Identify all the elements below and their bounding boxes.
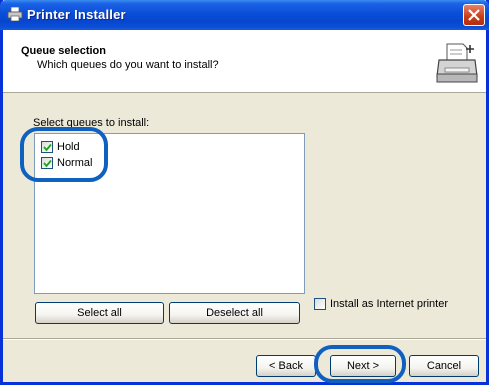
deselect-all-button[interactable]: Deselect all — [169, 302, 300, 324]
close-icon — [468, 9, 480, 21]
close-button[interactable] — [463, 4, 485, 26]
checkbox-internet-printer[interactable] — [314, 298, 326, 310]
checkbox-hold[interactable] — [41, 141, 53, 153]
wizard-header: Queue selection Which queues do you want… — [3, 30, 486, 93]
printer-add-icon — [436, 43, 478, 83]
checkbox-normal[interactable] — [41, 157, 53, 169]
next-button[interactable]: Next > — [330, 355, 396, 377]
checkmark-icon — [43, 159, 52, 168]
queue-item-normal[interactable]: Normal — [41, 156, 92, 170]
queue-item-hold[interactable]: Hold — [41, 140, 80, 154]
queue-item-label: Hold — [57, 141, 80, 153]
page-subtitle: Which queues do you want to install? — [37, 59, 219, 71]
window-title: Printer Installer — [27, 7, 126, 22]
installer-window: Printer Installer Queue selection Which … — [0, 0, 489, 385]
printer-icon — [7, 7, 23, 21]
checkmark-icon — [43, 143, 52, 152]
page-title: Queue selection — [21, 45, 106, 57]
select-all-button[interactable]: Select all — [35, 302, 164, 324]
internet-printer-option[interactable]: Install as Internet printer — [314, 298, 448, 310]
footer-divider — [3, 338, 486, 340]
queue-list-label: Select queues to install: — [33, 117, 150, 129]
internet-printer-label: Install as Internet printer — [330, 298, 449, 310]
title-bar: Printer Installer — [0, 0, 489, 30]
cancel-button[interactable]: Cancel — [409, 355, 479, 377]
back-button[interactable]: < Back — [256, 355, 316, 377]
queue-item-label: Normal — [57, 157, 93, 169]
queue-list[interactable]: Hold Normal — [34, 133, 305, 294]
